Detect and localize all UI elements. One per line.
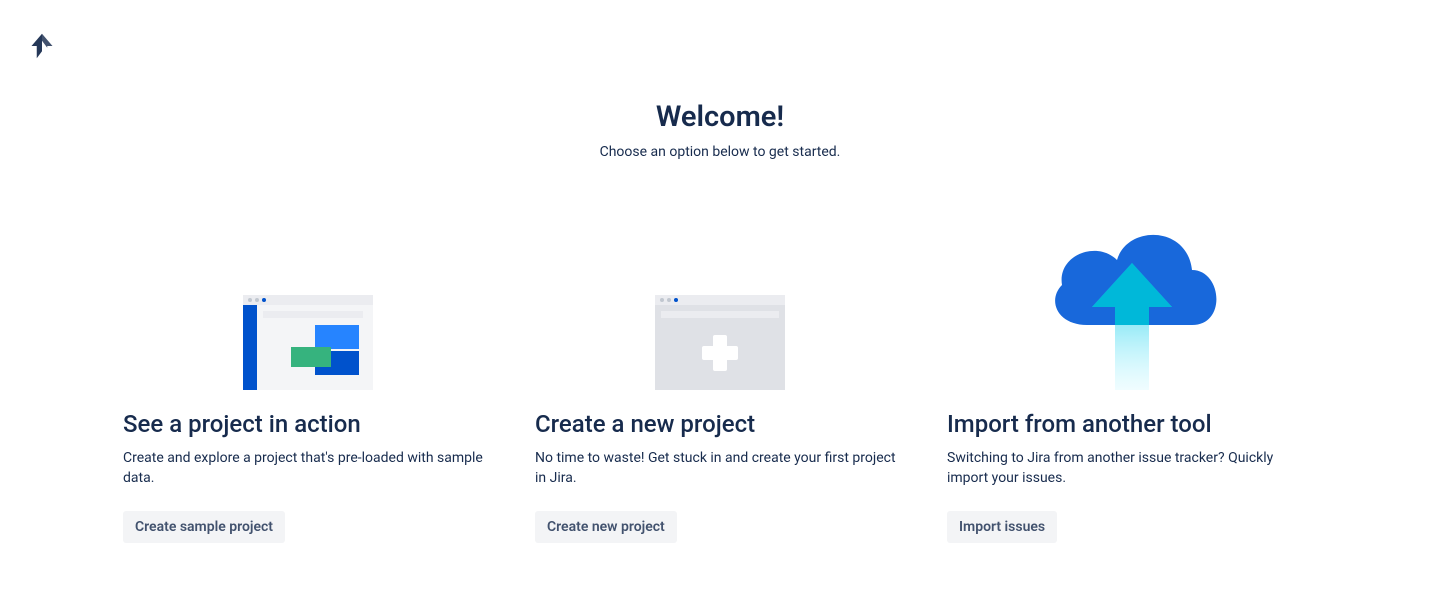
- page-title: Welcome!: [0, 100, 1440, 134]
- card-desc-import: Switching to Jira from another issue tra…: [947, 448, 1317, 489]
- card-sample-project: See a project in action Create and explo…: [123, 220, 493, 543]
- card-import: Import from another tool Switching to Ji…: [947, 220, 1317, 543]
- card-title-new: Create a new project: [535, 410, 905, 438]
- sample-project-illustration: [123, 220, 493, 390]
- card-desc-new: No time to waste! Get stuck in and creat…: [535, 448, 905, 489]
- card-desc-sample: Create and explore a project that's pre-…: [123, 448, 493, 489]
- create-new-project-button[interactable]: Create new project: [535, 511, 677, 543]
- import-issues-button[interactable]: Import issues: [947, 511, 1057, 543]
- card-new-project: Create a new project No time to waste! G…: [535, 220, 905, 543]
- jira-logo-icon: [28, 32, 56, 64]
- card-title-sample: See a project in action: [123, 410, 493, 438]
- import-illustration: [947, 220, 1317, 390]
- create-sample-project-button[interactable]: Create sample project: [123, 511, 285, 543]
- page-subtitle: Choose an option below to get started.: [0, 144, 1440, 160]
- option-cards-row: See a project in action Create and explo…: [0, 220, 1440, 543]
- card-title-import: Import from another tool: [947, 410, 1317, 438]
- new-project-illustration: [535, 220, 905, 390]
